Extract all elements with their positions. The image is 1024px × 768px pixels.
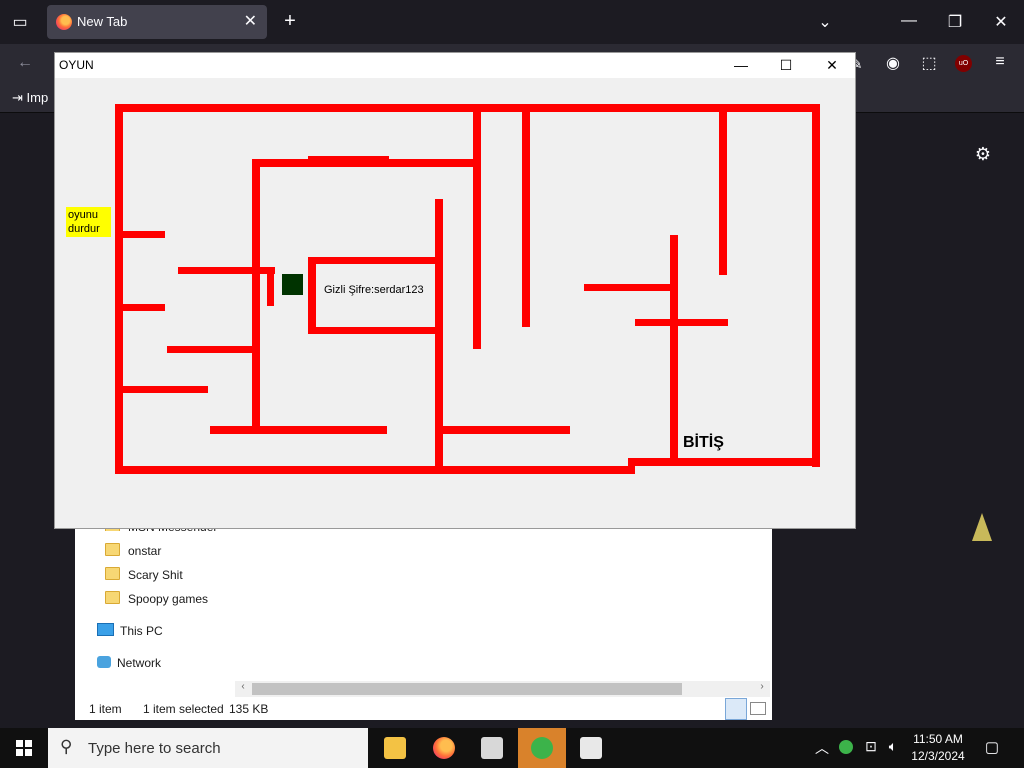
tree-item-label: Scary Shit	[128, 568, 183, 582]
pause-game-button[interactable]: oyunu durdur	[66, 207, 111, 237]
maze-wall	[115, 104, 123, 472]
import-bookmark[interactable]: ⇥ Imp	[12, 90, 48, 106]
maze-wall	[267, 267, 274, 306]
details-view-icon[interactable]	[725, 698, 747, 720]
app-taskbar-icon[interactable]	[481, 737, 503, 759]
firefox-taskbar-icon[interactable]	[433, 737, 455, 759]
game-title-bar: OYUN — ☐ ✕	[55, 53, 855, 78]
maze-wall	[115, 466, 635, 474]
selected-count: 1 item selected	[143, 702, 224, 716]
window-taskbar-icon[interactable]	[580, 737, 602, 759]
maze-wall	[435, 199, 443, 466]
maze-wall	[628, 458, 820, 466]
maze-wall	[178, 267, 275, 274]
clock-time: 11:50 AM	[913, 732, 963, 746]
game-window: OYUN — ☐ ✕ oyunu durdur Gizli Şifre:serd…	[55, 53, 855, 528]
maze-wall	[584, 284, 672, 291]
tab-list-icon[interactable]: ▭	[8, 12, 32, 32]
extensions-icon[interactable]: ⬚	[918, 53, 940, 75]
folder-icon	[105, 591, 120, 604]
maze-wall	[670, 235, 678, 463]
tree-item-label: onstar	[128, 544, 162, 558]
chevron-down-icon[interactable]: ⌄	[815, 12, 835, 32]
menu-icon[interactable]: ≡	[989, 53, 1011, 75]
maze-wall	[308, 327, 435, 334]
maze-wall	[167, 346, 252, 353]
item-count: 1 item	[89, 702, 122, 716]
firefox-icon	[56, 14, 72, 30]
browser-tab[interactable]: New Tab ✕	[47, 5, 267, 39]
clock-date: 12/3/2024	[911, 749, 965, 763]
messenger-taskbar-icon	[531, 737, 553, 759]
minimize-browser-button[interactable]: —	[898, 12, 920, 32]
maze-wall	[115, 104, 820, 112]
tab-title: New Tab	[77, 14, 128, 29]
tree-item-this-pc[interactable]: This PC	[97, 621, 163, 641]
maze-wall	[522, 112, 530, 327]
maze-wall	[308, 156, 389, 162]
maze-wall	[308, 257, 435, 264]
taskbar-clock[interactable]: 11:50 AM 12/3/2024	[906, 731, 970, 765]
new-tab-button[interactable]: +	[279, 10, 301, 34]
folder-icon	[105, 543, 120, 556]
tree-item-spoopy-games[interactable]: Spoopy games	[105, 589, 208, 609]
settings-gear-icon[interactable]: ⚙	[972, 144, 994, 164]
player-square	[282, 274, 303, 295]
maze-wall	[443, 426, 570, 434]
network-tray-icon[interactable]: ⊡	[862, 738, 880, 758]
gnome-icon	[972, 513, 992, 541]
maximize-button[interactable]: ☐	[763, 53, 809, 78]
maze-wall	[252, 159, 260, 429]
maze-wall	[719, 104, 727, 275]
network-icon	[97, 656, 111, 668]
folder-icon	[105, 567, 120, 580]
finish-label: BİTİŞ	[683, 434, 724, 451]
notifications-icon[interactable]: ▢	[982, 738, 1002, 758]
volume-icon[interactable]: 🔈︎	[884, 738, 902, 758]
maze-wall	[121, 231, 165, 238]
back-arrow-icon[interactable]: ←	[14, 54, 36, 74]
scroll-right-icon[interactable]: ›	[755, 681, 769, 697]
maze-wall	[473, 112, 481, 349]
scrollbar-thumb[interactable]	[252, 683, 682, 695]
maze-wall	[812, 104, 820, 467]
explorer-status-bar: 1 item 1 item selected 135 KB	[75, 698, 772, 720]
tree-item-label: Network	[117, 656, 162, 670]
search-icon: ⚲	[60, 737, 73, 756]
maze-wall	[121, 386, 208, 393]
tree-item-scary-shit[interactable]: Scary Shit	[105, 565, 183, 585]
close-browser-button[interactable]: ✕	[990, 12, 1012, 32]
show-hidden-icons-icon[interactable]: ︿	[814, 738, 830, 758]
maze-wall	[635, 319, 728, 326]
maze-wall	[308, 257, 316, 333]
game-window-title: OYUN	[59, 58, 94, 72]
import-bookmark-label: Imp	[26, 90, 49, 105]
close-button[interactable]: ✕	[809, 53, 855, 78]
start-button[interactable]	[0, 728, 48, 768]
import-icon: ⇥	[12, 90, 23, 105]
secret-password-text: Gizli Şifre:serdar123	[324, 284, 424, 296]
tree-item-label: This PC	[120, 624, 163, 638]
restore-browser-button[interactable]: ❐	[944, 12, 966, 32]
scroll-left-icon[interactable]: ‹	[236, 681, 250, 697]
tree-item-network[interactable]: Network	[97, 653, 161, 673]
messenger-tray-icon[interactable]	[839, 740, 853, 754]
computer-icon	[97, 623, 114, 636]
tree-item-onstar[interactable]: onstar	[105, 541, 161, 561]
selected-size: 135 KB	[229, 702, 269, 716]
tree-item-label: Spoopy games	[128, 592, 209, 606]
maze-wall	[121, 304, 165, 311]
close-tab-icon[interactable]: ✕	[244, 11, 257, 31]
ublock-icon[interactable]: uO	[955, 55, 972, 72]
minimize-button[interactable]: —	[718, 53, 764, 78]
large-icons-view-icon[interactable]	[750, 702, 766, 715]
maze-wall	[210, 426, 387, 434]
file-explorer-taskbar-icon[interactable]	[384, 737, 406, 759]
windows-logo-icon	[16, 740, 32, 756]
account-icon[interactable]: ◉	[882, 53, 904, 75]
search-placeholder: Type here to search	[88, 740, 221, 757]
